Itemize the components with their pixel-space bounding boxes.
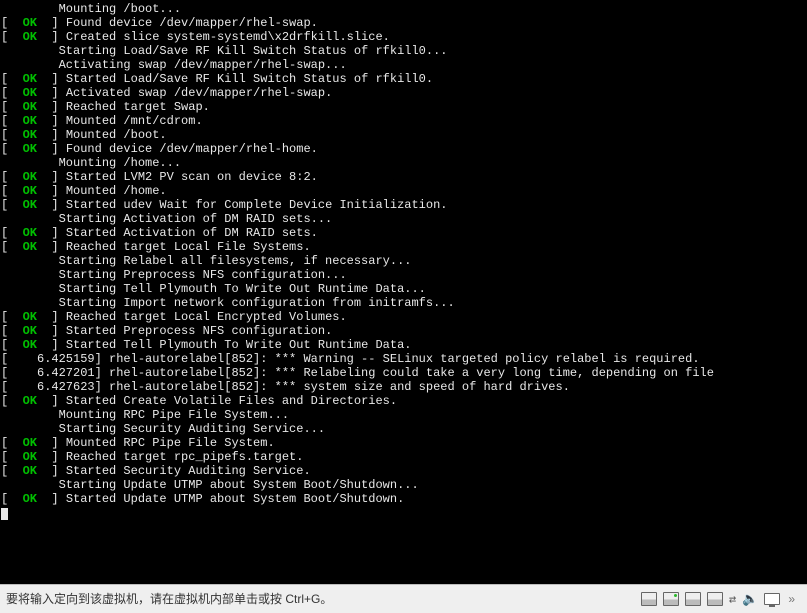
terminal-line: Starting Import network configuration fr… <box>1 296 806 310</box>
display-icon[interactable] <box>764 593 780 605</box>
terminal-line: Mounting /home... <box>1 156 806 170</box>
terminal-line: [ OK ] Started Load/Save RF Kill Switch … <box>1 72 806 86</box>
ok-status: OK <box>23 310 37 324</box>
disk-icon[interactable] <box>663 592 679 606</box>
terminal-line: [ OK ] Started Activation of DM RAID set… <box>1 226 806 240</box>
ok-status: OK <box>23 16 37 30</box>
speaker-icon[interactable]: 🔈 <box>742 592 758 606</box>
terminal-line: Mounting /boot... <box>1 2 806 16</box>
terminal-line: [ OK ] Found device /dev/mapper/rhel-swa… <box>1 16 806 30</box>
ok-status: OK <box>23 464 37 478</box>
ok-status: OK <box>23 184 37 198</box>
ok-status: OK <box>23 30 37 44</box>
cursor-icon <box>1 508 8 520</box>
terminal-line: Starting Load/Save RF Kill Switch Status… <box>1 44 806 58</box>
terminal-line: [ OK ] Reached target rpc_pipefs.target. <box>1 450 806 464</box>
terminal-line: [ OK ] Mounted /mnt/cdrom. <box>1 114 806 128</box>
disk-icon[interactable] <box>685 592 701 606</box>
network-icon[interactable]: ⇄ <box>729 592 736 606</box>
terminal-line: Activating swap /dev/mapper/rhel-swap... <box>1 58 806 72</box>
terminal-line: Starting Security Auditing Service... <box>1 422 806 436</box>
disk-icon[interactable] <box>707 592 723 606</box>
ok-status: OK <box>23 226 37 240</box>
ok-status: OK <box>23 86 37 100</box>
terminal-line: [ OK ] Started udev Wait for Complete De… <box>1 198 806 212</box>
vm-status-message: 要将输入定向到该虚拟机，请在虚拟机内部单击或按 Ctrl+G。 <box>0 592 641 606</box>
terminal-line: Starting Update UTMP about System Boot/S… <box>1 478 806 492</box>
ok-status: OK <box>23 128 37 142</box>
terminal-cursor-line <box>1 506 806 522</box>
terminal-line: [ OK ] Mounted /home. <box>1 184 806 198</box>
terminal-line: [ OK ] Activated swap /dev/mapper/rhel-s… <box>1 86 806 100</box>
terminal-line: Starting Relabel all filesystems, if nec… <box>1 254 806 268</box>
ok-status: OK <box>23 72 37 86</box>
ok-status: OK <box>23 338 37 352</box>
terminal-line: Starting Preprocess NFS configuration... <box>1 268 806 282</box>
terminal-line: [ OK ] Started LVM2 PV scan on device 8:… <box>1 170 806 184</box>
terminal-line: [ OK ] Started Update UTMP about System … <box>1 492 806 506</box>
ok-status: OK <box>23 436 37 450</box>
terminal-line: [ OK ] Mounted /boot. <box>1 128 806 142</box>
terminal-line: [ OK ] Mounted RPC Pipe File System. <box>1 436 806 450</box>
terminal-line: [ OK ] Reached target Local File Systems… <box>1 240 806 254</box>
terminal-line: [ OK ] Reached target Local Encrypted Vo… <box>1 310 806 324</box>
terminal-line: [ OK ] Created slice system-systemd\x2dr… <box>1 30 806 44</box>
ok-status: OK <box>23 100 37 114</box>
terminal-line: [ OK ] Started Create Volatile Files and… <box>1 394 806 408</box>
vm-status-bar: 要将输入定向到该虚拟机，请在虚拟机内部单击或按 Ctrl+G。 ⇄ 🔈 » <box>0 584 807 613</box>
vm-device-tray: ⇄ 🔈 » <box>641 592 807 606</box>
ok-status: OK <box>23 492 37 506</box>
ok-status: OK <box>23 198 37 212</box>
ok-status: OK <box>23 324 37 338</box>
terminal-line: [ OK ] Started Security Auditing Service… <box>1 464 806 478</box>
ok-status: OK <box>23 142 37 156</box>
expand-tray-icon[interactable]: » <box>786 592 797 606</box>
boot-terminal[interactable]: Mounting /boot...[ OK ] Found device /de… <box>0 0 807 582</box>
ok-status: OK <box>23 450 37 464</box>
terminal-line: [ 6.427623] rhel-autorelabel[852]: *** s… <box>1 380 806 394</box>
terminal-line: [ OK ] Started Preprocess NFS configurat… <box>1 324 806 338</box>
terminal-line: [ OK ] Found device /dev/mapper/rhel-hom… <box>1 142 806 156</box>
terminal-line: [ 6.427201] rhel-autorelabel[852]: *** R… <box>1 366 806 380</box>
terminal-line: Starting Activation of DM RAID sets... <box>1 212 806 226</box>
ok-status: OK <box>23 240 37 254</box>
ok-status: OK <box>23 394 37 408</box>
terminal-line: [ OK ] Started Tell Plymouth To Write Ou… <box>1 338 806 352</box>
ok-status: OK <box>23 114 37 128</box>
terminal-line: Starting Tell Plymouth To Write Out Runt… <box>1 282 806 296</box>
disk-icon[interactable] <box>641 592 657 606</box>
ok-status: OK <box>23 170 37 184</box>
terminal-line: [ OK ] Reached target Swap. <box>1 100 806 114</box>
terminal-line: [ 6.425159] rhel-autorelabel[852]: *** W… <box>1 352 806 366</box>
terminal-line: Mounting RPC Pipe File System... <box>1 408 806 422</box>
